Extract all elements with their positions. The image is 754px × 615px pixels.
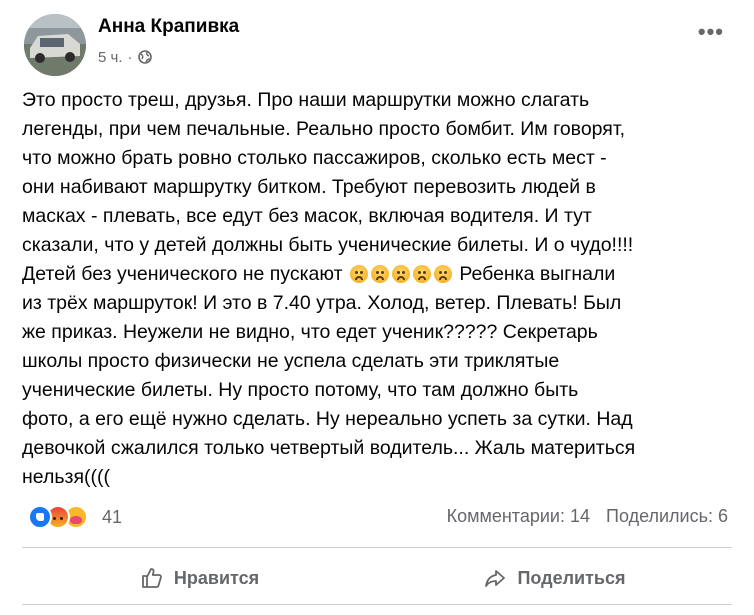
share-arrow-icon xyxy=(485,570,506,587)
author-name[interactable]: Анна Крапивка xyxy=(98,16,239,38)
frowning-face-emoji-icon xyxy=(349,265,368,283)
frowning-face-emoji-icon xyxy=(412,265,431,283)
thumbs-up-icon xyxy=(141,568,162,588)
share-button[interactable]: Поделиться xyxy=(377,554,732,602)
action-bar: Нравится Поделиться xyxy=(22,554,732,602)
like-button[interactable]: Нравится xyxy=(22,554,377,602)
post-time[interactable]: 5 ч. xyxy=(98,49,123,66)
frowning-face-emoji-icon xyxy=(370,265,389,283)
divider xyxy=(22,547,732,548)
author-avatar[interactable] xyxy=(24,14,86,76)
bottom-divider xyxy=(22,604,732,605)
post-meta: 5 ч. · xyxy=(98,47,152,67)
post-text-part2: Ребенка выгнали из трёх маршруток! И это… xyxy=(22,263,636,488)
facebook-post: Анна Крапивка 5 ч. · ••• Это просто треш… xyxy=(0,0,754,615)
post-text-part1: Это просто треш, друзья. Про наши маршру… xyxy=(22,89,634,285)
like-label: Нравится xyxy=(173,567,260,588)
reactions-summary[interactable]: 41 xyxy=(28,504,122,530)
post-stats: Комментарии: 14 Поделились: 6 xyxy=(447,506,728,527)
post-body: Это просто треш, друзья. Про наши маршру… xyxy=(22,86,742,492)
more-options-icon[interactable]: ••• xyxy=(698,21,724,46)
globe-icon xyxy=(137,50,152,64)
emoji-group xyxy=(349,265,452,283)
share-label: Поделиться xyxy=(517,567,626,588)
frowning-face-emoji-icon xyxy=(391,265,410,283)
like-reaction-icon xyxy=(28,505,52,529)
frowning-face-emoji-icon xyxy=(433,265,452,283)
shares-count-link[interactable]: Поделились: 6 xyxy=(606,506,728,527)
meta-separator: · xyxy=(127,48,133,66)
comments-count-link[interactable]: Комментарии: 14 xyxy=(447,506,590,527)
reaction-count[interactable]: 41 xyxy=(102,507,122,528)
